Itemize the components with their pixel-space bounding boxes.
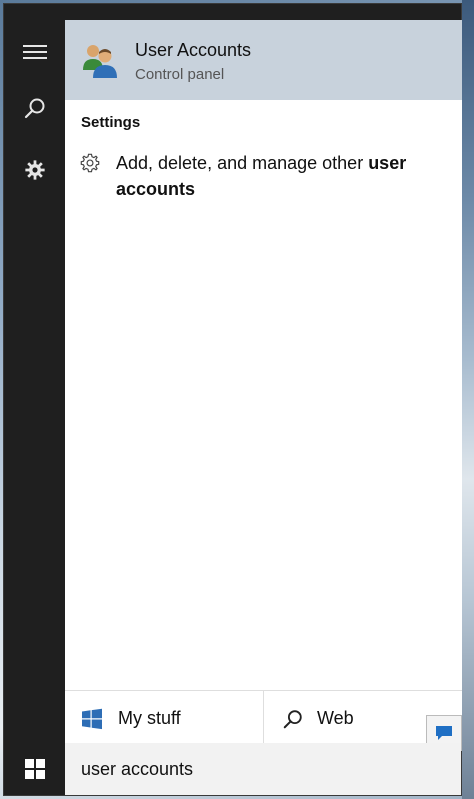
hamburger-icon[interactable] bbox=[4, 24, 65, 80]
scope-divider bbox=[263, 691, 264, 746]
my-stuff-button[interactable]: My stuff bbox=[81, 691, 181, 746]
search-input[interactable] bbox=[65, 743, 461, 795]
left-rail bbox=[4, 4, 65, 795]
best-match-item[interactable]: User Accounts Control panel bbox=[65, 20, 462, 100]
search-results-panel: User Accounts Control panel Settings Add… bbox=[65, 20, 462, 751]
desktop-background bbox=[462, 0, 474, 799]
settings-result-text-normal: Add, delete, and manage other bbox=[116, 153, 369, 173]
my-stuff-label: My stuff bbox=[118, 708, 181, 728]
windows-start-icon bbox=[24, 759, 45, 779]
gear-icon[interactable] bbox=[4, 142, 65, 198]
user-accounts-icon bbox=[83, 45, 117, 78]
web-label: Web bbox=[317, 708, 354, 728]
web-button[interactable]: Web bbox=[282, 691, 354, 746]
best-match-title: User Accounts bbox=[135, 40, 252, 60]
search-scope-row: My stuff Web bbox=[65, 690, 462, 751]
gear-outline-icon bbox=[80, 153, 100, 173]
windows-logo-icon bbox=[82, 708, 102, 729]
search-icon[interactable] bbox=[4, 80, 65, 136]
best-match-subtitle: Control panel bbox=[135, 66, 225, 83]
settings-heading: Settings bbox=[81, 114, 141, 131]
taskbar-search bbox=[4, 743, 461, 795]
settings-result-item[interactable]: Add, delete, and manage other user accou… bbox=[65, 150, 462, 202]
start-button[interactable] bbox=[4, 743, 65, 795]
start-menu: User Accounts Control panel Settings Add… bbox=[3, 3, 462, 796]
feedback-icon bbox=[436, 726, 452, 740]
settings-result-text: Add, delete, and manage other user accou… bbox=[116, 150, 436, 202]
web-search-icon bbox=[283, 709, 302, 728]
